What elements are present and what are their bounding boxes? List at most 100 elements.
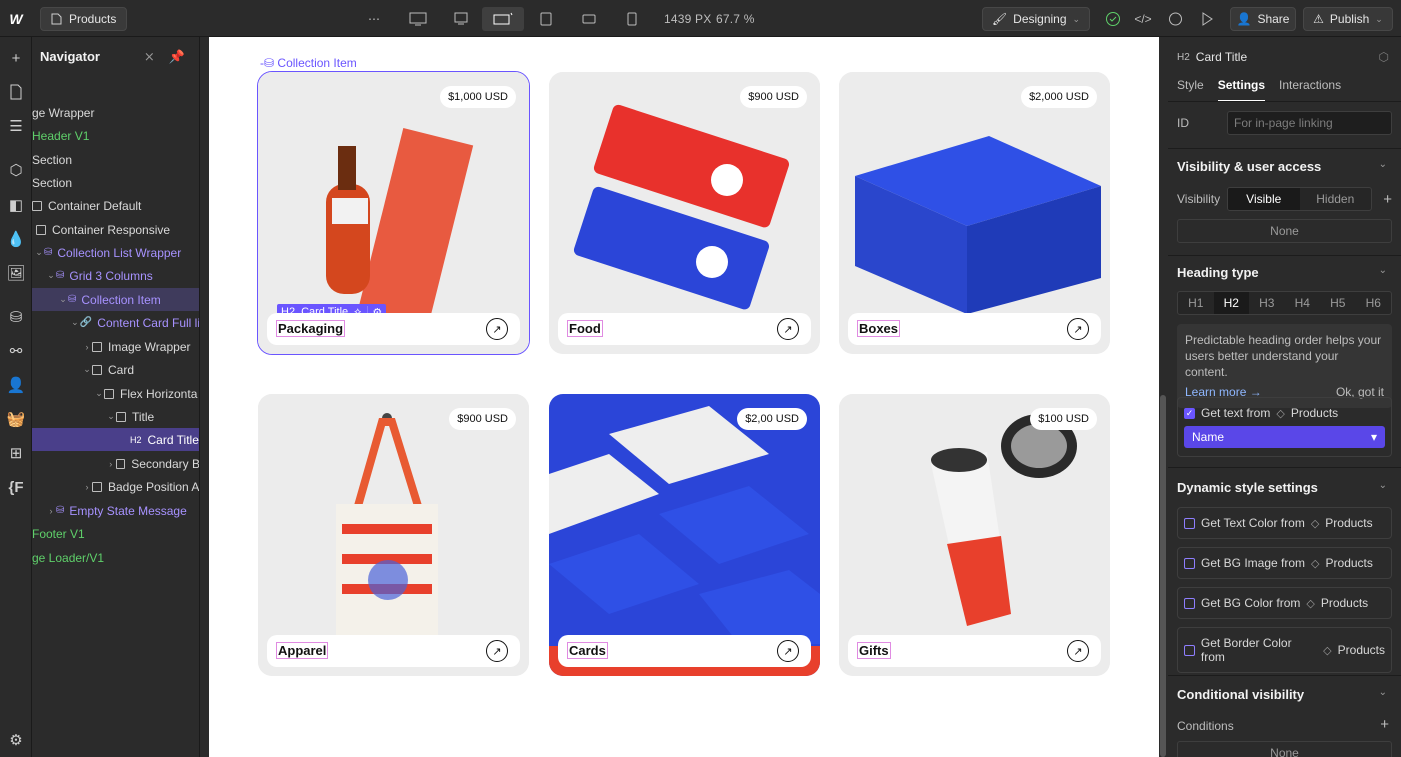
card-title[interactable]: Apparel bbox=[275, 642, 329, 659]
nav-item-grid-3-columns[interactable]: ⌄ ⛁ Grid 3 Columns bbox=[32, 264, 199, 287]
heading-h1-option[interactable]: H1 bbox=[1178, 292, 1214, 314]
nav-item-collection-item[interactable]: ⌄ ⛁ Collection Item bbox=[32, 288, 199, 311]
laptop-breakpoint-icon[interactable] bbox=[447, 7, 475, 31]
product-card-apparel[interactable]: $900 USD Apparel ↗ bbox=[258, 394, 529, 676]
dynamic-item-bg-image[interactable]: Get BG Image from ◇ Products bbox=[1177, 547, 1392, 579]
caret-down-icon[interactable]: ⌄ bbox=[82, 364, 92, 375]
logic-icon[interactable]: ⚯ bbox=[4, 339, 28, 363]
arrow-up-right-icon[interactable]: ↗ bbox=[777, 640, 799, 662]
product-card-packaging[interactable]: $1,000 USD H2 Card Title ⟡ ⚙ Packaging ↗ bbox=[257, 71, 530, 355]
none-field[interactable]: None bbox=[1177, 219, 1392, 243]
caret-right-icon[interactable]: › bbox=[82, 342, 92, 352]
heading-h5-option[interactable]: H5 bbox=[1320, 292, 1356, 314]
add-condition-icon[interactable]: + bbox=[1380, 716, 1389, 733]
visibility-section-header[interactable]: Visibility & user access ⌄ bbox=[1177, 159, 1392, 174]
nav-item-header[interactable]: Header V1 bbox=[32, 124, 199, 147]
conditional-visibility-section-header[interactable]: Conditional visibility ⌄ bbox=[1177, 687, 1392, 702]
heading-h2-option[interactable]: H2 bbox=[1213, 292, 1249, 314]
dynamic-option[interactable]: Get Text Color from ◇ Products bbox=[1177, 507, 1392, 539]
share-button[interactable]: 👤 Share bbox=[1230, 7, 1296, 31]
caret-down-icon[interactable]: ⌄ bbox=[70, 317, 80, 328]
collapse-icon[interactable]: ⨯ bbox=[144, 49, 155, 65]
arrow-up-right-icon[interactable]: ↗ bbox=[1067, 318, 1089, 340]
heading-h3-option[interactable]: H3 bbox=[1249, 292, 1285, 314]
product-card-cards[interactable]: $2,00 USD Cards ↗ bbox=[549, 394, 820, 676]
navigator-icon[interactable]: ☰ bbox=[4, 114, 28, 138]
arrow-up-right-icon[interactable]: ↗ bbox=[486, 318, 508, 340]
nav-item-empty-state[interactable]: › ⛁ Empty State Message bbox=[32, 499, 199, 522]
arrow-up-right-icon[interactable]: ↗ bbox=[1067, 640, 1089, 662]
design-canvas[interactable]: -⛁ Collection Item $1,000 USD H2 Card Ti… bbox=[209, 37, 1159, 757]
check-status-icon[interactable] bbox=[1099, 7, 1127, 31]
card-title[interactable]: Gifts bbox=[857, 642, 891, 659]
nav-item-secondary-button[interactable]: › Secondary B bbox=[32, 452, 199, 475]
card-title[interactable]: Food bbox=[567, 320, 603, 337]
get-text-option[interactable]: ✓ Get text from ◇ Products bbox=[1184, 406, 1385, 420]
add-elements-icon[interactable]: + bbox=[4, 46, 28, 70]
nav-item-content-card[interactable]: ⌄ 🔗 Content Card Full li bbox=[32, 311, 199, 334]
desktop-breakpoint-icon[interactable] bbox=[404, 7, 432, 31]
heading-h4-option[interactable]: H4 bbox=[1285, 292, 1321, 314]
panel-scrollbar[interactable] bbox=[1160, 395, 1166, 757]
cms-icon[interactable]: ⛁ bbox=[4, 305, 28, 329]
option-checkbox[interactable] bbox=[1184, 644, 1195, 656]
caret-down-icon[interactable]: ⌄ bbox=[58, 294, 68, 305]
caret-down-icon[interactable]: ⌄ bbox=[94, 388, 104, 399]
caret-right-icon[interactable]: › bbox=[46, 506, 56, 516]
card-title[interactable]: Cards bbox=[567, 642, 608, 659]
caret-down-icon[interactable]: ⌄ bbox=[106, 411, 116, 422]
styles-icon[interactable]: 💧 bbox=[4, 227, 28, 251]
nav-item-page-loader[interactable]: ge Loader/V1 bbox=[32, 546, 199, 569]
dynamic-option[interactable]: Get BG Color from ◇ Products bbox=[1177, 587, 1392, 619]
option-checkbox[interactable] bbox=[1184, 557, 1195, 569]
nav-item-section[interactable]: Section bbox=[32, 171, 199, 194]
mobile-portrait-breakpoint-icon[interactable] bbox=[618, 7, 646, 31]
conditions-list[interactable]: None bbox=[1177, 741, 1392, 757]
nav-item-container-responsive[interactable]: Container Responsive bbox=[32, 218, 199, 241]
nav-item-title[interactable]: ⌄ Title bbox=[32, 405, 199, 428]
nav-item-page-wrapper[interactable]: ge Wrapper bbox=[32, 101, 199, 124]
dynamic-option[interactable]: Get BG Image from ◇ Products bbox=[1177, 547, 1392, 579]
caret-right-icon[interactable]: › bbox=[82, 482, 92, 492]
caret-right-icon[interactable]: › bbox=[106, 459, 116, 469]
nav-item-footer[interactable]: Footer V1 bbox=[32, 522, 199, 545]
dynamic-style-section-header[interactable]: Dynamic style settings ⌄ bbox=[1177, 480, 1392, 495]
nav-item-container-default[interactable]: Container Default bbox=[32, 194, 199, 217]
variables-icon[interactable]: ◧ bbox=[4, 193, 28, 217]
card-title[interactable]: Boxes bbox=[856, 320, 901, 337]
product-card-gifts[interactable]: $100 USD Gifts ↗ bbox=[839, 394, 1110, 676]
base-breakpoint-icon[interactable] bbox=[482, 7, 524, 31]
product-card-food[interactable]: $900 USD Food ↗ bbox=[549, 72, 820, 354]
more-icon[interactable]: ⋯ bbox=[360, 7, 388, 31]
card-title[interactable]: Packaging bbox=[275, 320, 346, 337]
comments-icon[interactable] bbox=[1161, 7, 1189, 31]
mode-selector[interactable]: 🖌 Designing ⌄ bbox=[982, 7, 1090, 31]
page-selector[interactable]: Products bbox=[40, 7, 128, 31]
pin-icon[interactable]: 📌 bbox=[169, 49, 185, 65]
nav-item-image-wrapper[interactable]: › Image Wrapper bbox=[32, 335, 199, 358]
visible-option[interactable]: Visible bbox=[1228, 188, 1300, 210]
preview-play-icon[interactable] bbox=[1193, 7, 1221, 31]
id-input[interactable]: For in-page linking bbox=[1227, 111, 1392, 135]
field-select[interactable]: Name ▾ bbox=[1184, 426, 1385, 448]
users-icon[interactable]: 👤 bbox=[4, 373, 28, 397]
tab-style[interactable]: Style bbox=[1177, 78, 1204, 101]
hidden-option[interactable]: Hidden bbox=[1300, 188, 1372, 210]
product-card-boxes[interactable]: $2,000 USD Boxes ↗ bbox=[839, 72, 1110, 354]
pages-icon[interactable] bbox=[4, 80, 28, 104]
get-text-checkbox[interactable]: ✓ bbox=[1184, 407, 1195, 419]
apps-icon[interactable]: ⊞ bbox=[4, 441, 28, 465]
option-checkbox[interactable] bbox=[1184, 517, 1195, 529]
tablet-breakpoint-icon[interactable] bbox=[532, 7, 560, 31]
caret-down-icon[interactable]: ⌄ bbox=[46, 270, 56, 281]
finsweet-icon[interactable]: {F bbox=[4, 475, 28, 499]
nav-item-collection-list-wrapper[interactable]: ⌄ ⛁ Collection List Wrapper bbox=[32, 241, 199, 264]
caret-down-icon[interactable]: ⌄ bbox=[34, 247, 44, 258]
add-icon[interactable]: + bbox=[1372, 191, 1392, 208]
nav-item-flex-horizontal[interactable]: ⌄ Flex Horizonta bbox=[32, 382, 199, 405]
components-icon[interactable]: ⬡ bbox=[4, 158, 28, 182]
component-icon[interactable]: ⬡ bbox=[1379, 50, 1389, 64]
mobile-landscape-breakpoint-icon[interactable] bbox=[575, 7, 603, 31]
tab-interactions[interactable]: Interactions bbox=[1279, 78, 1341, 101]
arrow-up-right-icon[interactable]: ↗ bbox=[486, 640, 508, 662]
